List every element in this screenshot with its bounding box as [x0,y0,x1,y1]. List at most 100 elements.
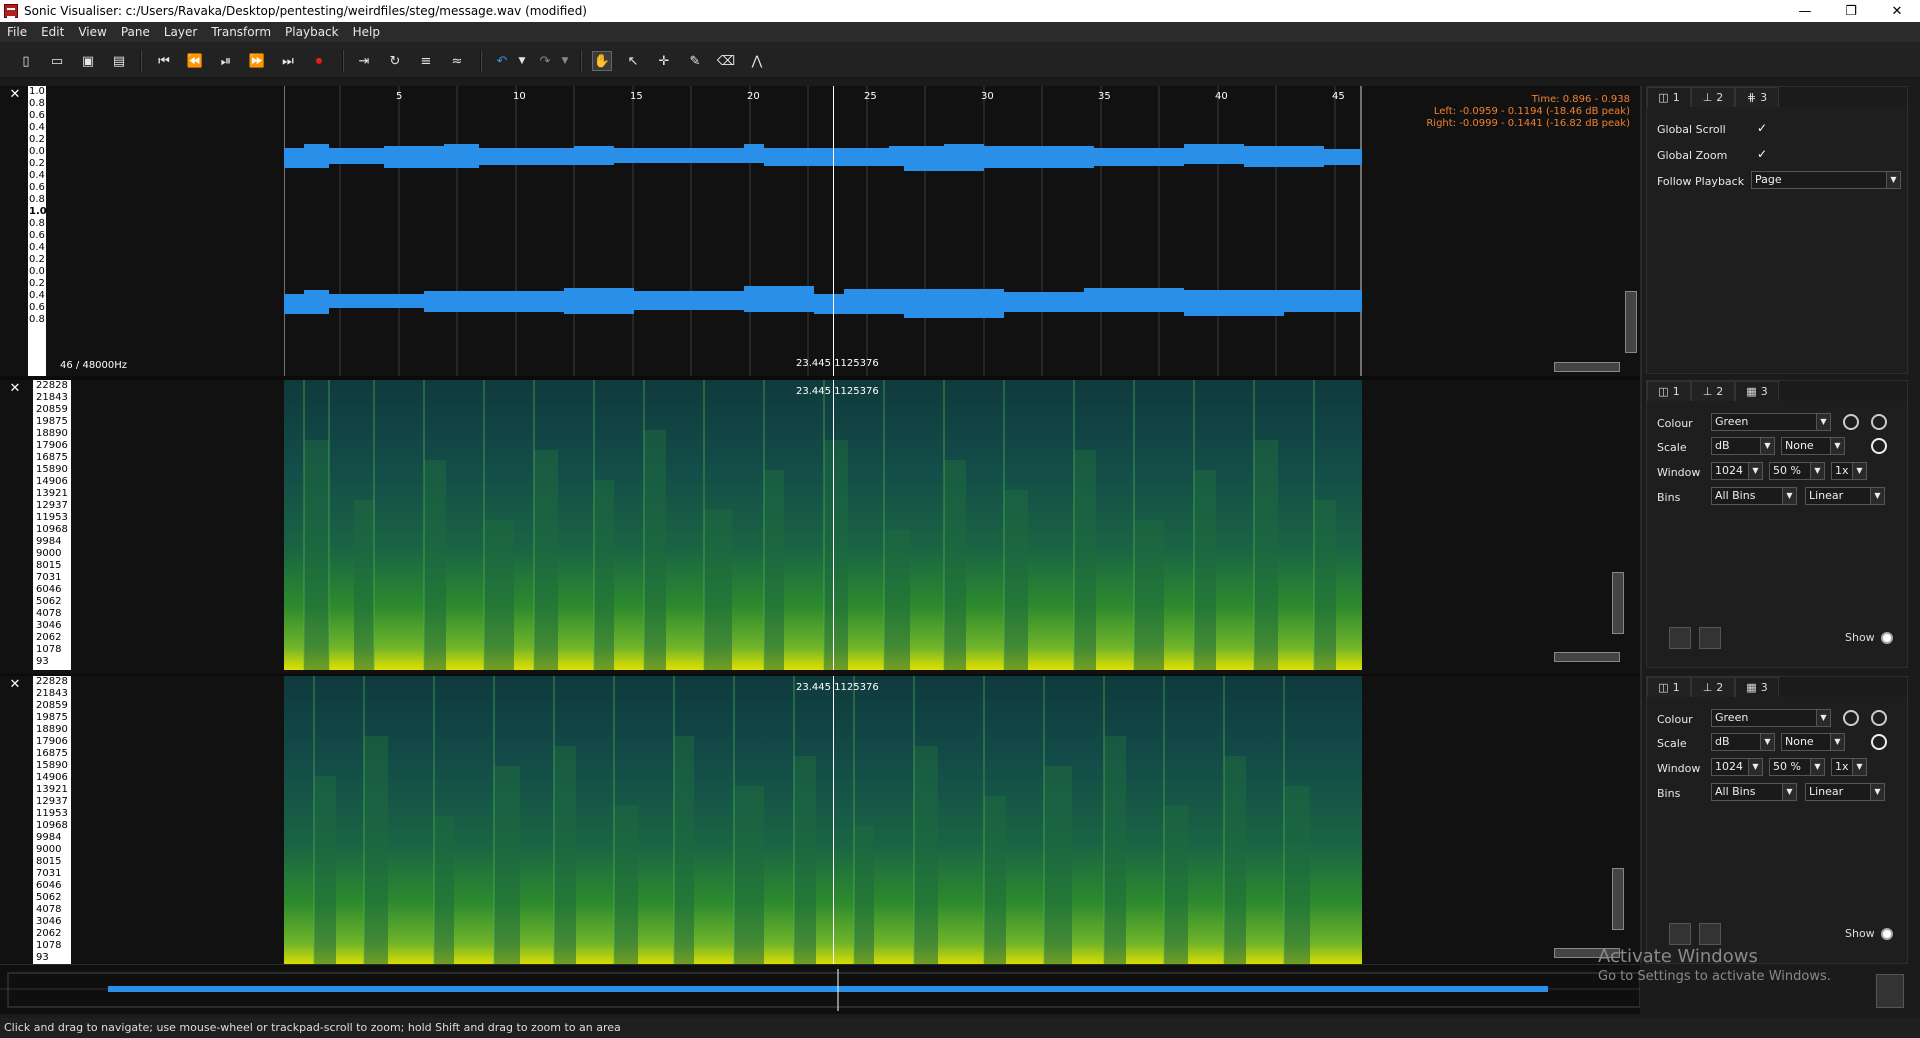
solo-icon[interactable]: ≡ [416,51,436,71]
save-session-icon[interactable]: ▤ [109,51,129,71]
global-zoom-checkbox[interactable]: ✓ [1755,147,1769,161]
horizontal-zoom-slider[interactable] [1554,362,1620,372]
fast-forward-end-icon[interactable]: ⏭ [278,51,298,71]
play-layer-icon[interactable] [1699,923,1721,945]
save-icon[interactable]: ▣ [78,51,98,71]
window-overlap-select[interactable]: 50 % ▼ [1769,758,1825,776]
tab-layer-3[interactable]: ⋕ 3 [1735,87,1779,107]
spectrogram-pane-right[interactable]: ✕ 22828 21843 20859 19875 18890 17906 16875 158… [0,676,1640,970]
redo-dropdown-icon[interactable]: ▼ [555,51,575,71]
playhead[interactable] [833,380,834,670]
close-pane-icon[interactable]: ✕ [8,88,22,102]
ruler-tick: 5 [396,91,402,102]
record-icon[interactable]: ⏺ [309,51,329,71]
rewind-icon[interactable]: ⏪ [185,51,205,71]
new-icon[interactable]: ▯ [16,51,36,71]
playhead[interactable] [833,86,834,376]
play-pause-icon[interactable]: ⏯ [216,51,236,71]
menu-view[interactable]: View [71,25,113,39]
overview-pane[interactable] [0,964,1640,1014]
gain-knob[interactable] [1871,734,1887,750]
fast-forward-icon[interactable]: ⏩ [247,51,267,71]
colour-select[interactable]: Green ▼ [1711,413,1831,431]
spectrogram-icon: ▦ [1746,681,1757,694]
layer-colour-icon[interactable] [1669,627,1691,649]
layer-colour-icon[interactable] [1669,923,1691,945]
bins-select[interactable]: All Bins ▼ [1711,783,1797,801]
colour-select[interactable]: Green ▼ [1711,709,1831,727]
draw-icon[interactable]: ✎ [685,51,705,71]
measure-icon[interactable]: ⋀ [747,51,767,71]
rewind-start-icon[interactable]: ⏮ [154,51,174,71]
window-size-select[interactable]: 1024 ▼ [1711,462,1763,480]
minimize-button[interactable]: — [1782,0,1828,22]
menu-help[interactable]: Help [346,25,387,39]
toolbar-separator [480,50,482,72]
spectrogram-pane-left[interactable]: ✕ 22828 21843 20859 19875 18890 17906 16875 158… [0,380,1640,674]
menu-layer[interactable]: Layer [157,25,204,39]
undo-icon[interactable]: ↶ [492,51,512,71]
threshold-knob[interactable] [1871,710,1887,726]
move-icon[interactable]: ✛ [654,51,674,71]
vertical-zoom-slider[interactable] [1625,291,1637,353]
scale-select[interactable]: dB ▼ [1711,437,1775,455]
threshold-knob[interactable] [1871,414,1887,430]
tab-layer-1[interactable]: ◫ 1 [1647,381,1691,401]
menu-pane[interactable]: Pane [114,25,157,39]
ruler-tick: 20 [747,91,760,102]
window-label: Window [1657,762,1701,775]
oversample-select[interactable]: 1x ▼ [1831,758,1867,776]
select-icon[interactable]: ↖ [623,51,643,71]
colour-rotation-knob[interactable] [1843,414,1859,430]
colour-rotation-knob[interactable] [1843,710,1859,726]
normalize-select[interactable]: None ▼ [1781,437,1845,455]
toolbar: ▯ ▭ ▣ ▤ ⏮ ⏪ ⏯ ⏩ ⏭ ⏺ ⇥ ↻ ≡ ≈ ↶ ▼ ↷ ▼ ✋ ↖ … [0,42,1920,78]
tab-layer-2[interactable]: ⊥ 2 [1691,87,1735,107]
follow-playback-select[interactable]: Page ▼ [1751,171,1901,189]
align-icon[interactable]: ≈ [447,51,467,71]
vertical-zoom-slider[interactable] [1612,572,1624,634]
erase-icon[interactable]: ⌫ [716,51,736,71]
close-pane-icon[interactable]: ✕ [8,382,22,396]
redo-icon[interactable]: ↷ [535,51,555,71]
tab-layer-2[interactable]: ⊥ 2 [1691,677,1735,697]
normalize-select[interactable]: None ▼ [1781,733,1845,751]
frequency-scale-select[interactable]: Linear ▼ [1805,487,1885,505]
close-window-button[interactable]: ✕ [1874,0,1920,22]
open-icon[interactable]: ▭ [47,51,67,71]
scale-select[interactable]: dB ▼ [1711,733,1775,751]
oversample-select[interactable]: 1x ▼ [1831,462,1867,480]
tab-layer-3[interactable]: ▦ 3 [1735,677,1779,697]
show-toggle[interactable] [1881,928,1893,940]
playhead[interactable] [833,676,834,966]
frequency-scale-select[interactable]: Linear ▼ [1805,783,1885,801]
tab-layer-1[interactable]: ◫ 1 [1647,677,1691,697]
vertical-zoom-slider[interactable] [1612,868,1624,930]
tab-layer-2[interactable]: ⊥ 2 [1691,381,1735,401]
waveform-pane[interactable]: ✕ 1.0 0.8 0.6 0.4 0.2 0.0 0.2 0.4 0.6 0.8 1.0 0.8 0.… [0,86,1640,376]
horizontal-zoom-slider[interactable] [1554,652,1620,662]
global-scroll-label: Global Scroll [1657,123,1726,136]
window-size-select[interactable]: 1024 ▼ [1711,758,1763,776]
tab-layer-1[interactable]: ◫ 1 [1647,87,1691,107]
global-scroll-checkbox[interactable]: ✓ [1755,121,1769,135]
menu-file[interactable]: File [0,25,34,39]
bins-select[interactable]: All Bins ▼ [1711,487,1797,505]
gain-knob[interactable] [1871,438,1887,454]
menu-edit[interactable]: Edit [34,25,71,39]
constrain-playback-icon[interactable]: ⇥ [354,51,374,71]
play-layer-icon[interactable] [1699,627,1721,649]
window-overlap-select[interactable]: 50 % ▼ [1769,462,1825,480]
ruler-icon: ⊥ [1702,91,1713,104]
show-toggle[interactable] [1881,632,1893,644]
waveform-icon: ⋕ [1746,91,1757,104]
undo-dropdown-icon[interactable]: ▼ [512,51,532,71]
navigate-icon[interactable]: ✋ [592,51,612,71]
menu-playback[interactable]: Playback [278,25,346,39]
close-pane-icon[interactable]: ✕ [8,678,22,692]
layer-menu-icon[interactable] [1876,974,1904,1008]
tab-layer-3[interactable]: ▦ 3 [1735,381,1779,401]
loop-icon[interactable]: ↻ [385,51,405,71]
menu-transform[interactable]: Transform [204,25,278,39]
restore-button[interactable]: ❐ [1828,0,1874,22]
